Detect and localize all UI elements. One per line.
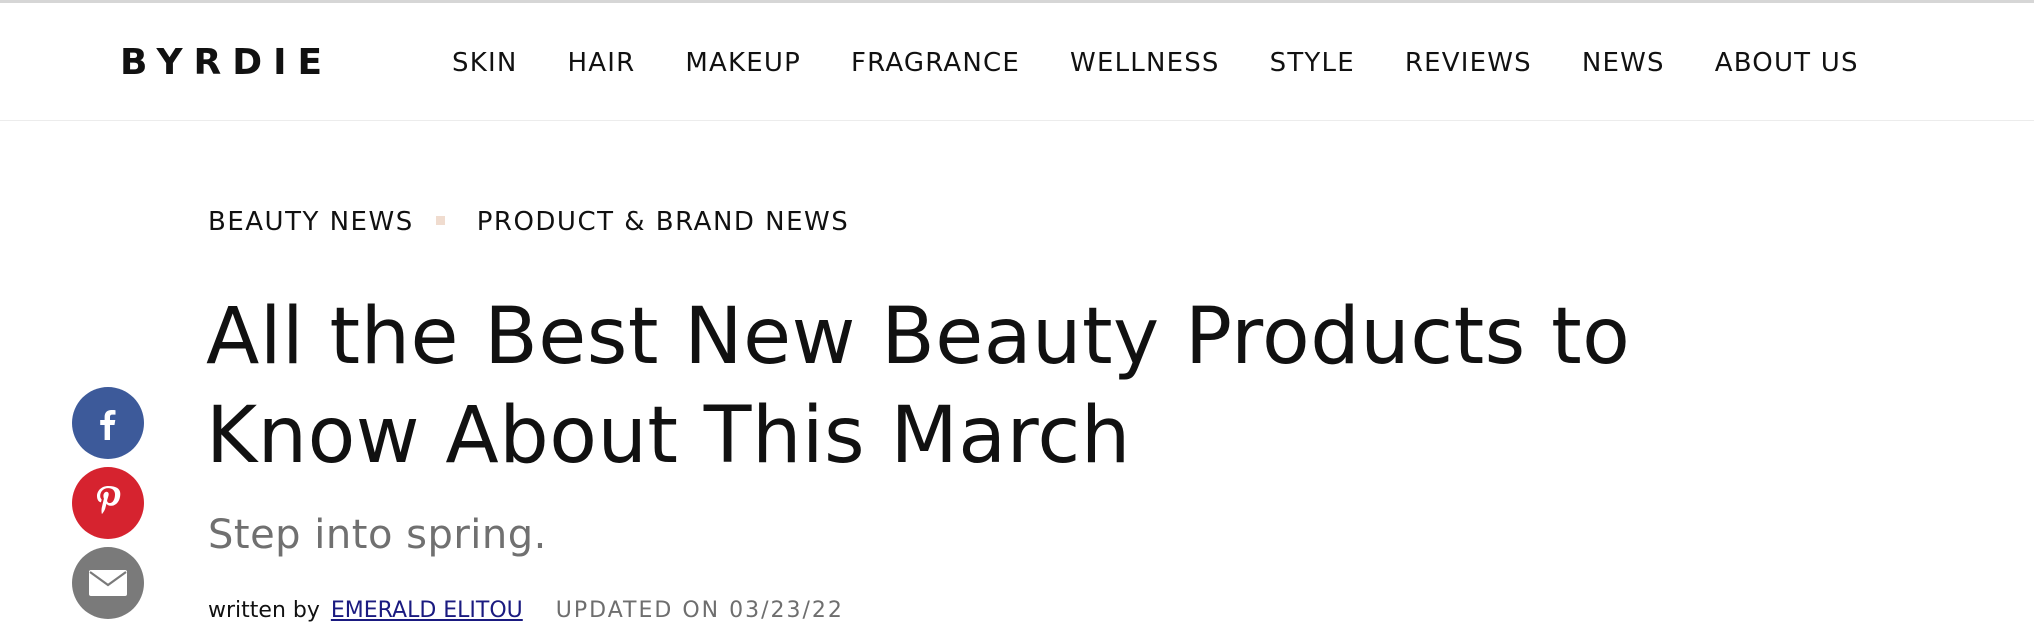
nav-item-skin[interactable]: SKIN [452,45,517,81]
nav-item-fragrance[interactable]: FRAGRANCE [851,45,1020,81]
byline: written by EMERALD ELITOU UPDATED ON 03/… [208,596,844,626]
nav-item-wellness[interactable]: WELLNESS [1070,45,1220,81]
nav-item-hair[interactable]: HAIR [567,45,635,81]
site-header: BYRDIE SKIN HAIR MAKEUP FRAGRANCE WELLNE… [0,3,2034,121]
nav-item-makeup[interactable]: MAKEUP [685,45,801,81]
author-link[interactable]: EMERALD ELITOU [331,598,523,623]
breadcrumb-product-brand-news[interactable]: PRODUCT & BRAND NEWS [477,207,850,237]
facebook-share-button[interactable] [72,387,144,459]
pinterest-share-button[interactable] [72,467,144,539]
breadcrumb-beauty-news[interactable]: BEAUTY NEWS [208,207,414,237]
main-nav: SKIN HAIR MAKEUP FRAGRANCE WELLNESS STYL… [452,45,1859,81]
email-share-button[interactable] [72,547,144,619]
article-title: All the Best New Beauty Products to Know… [206,292,1631,481]
breadcrumb-separator [435,215,445,225]
nav-item-about-us[interactable]: ABOUT US [1715,45,1859,81]
facebook-icon [93,406,123,440]
nav-item-style[interactable]: STYLE [1270,45,1355,81]
article-subtitle: Step into spring. [208,512,547,558]
nav-item-news[interactable]: NEWS [1582,45,1665,81]
updated-date: UPDATED ON 03/23/22 [555,598,844,623]
nav-item-reviews[interactable]: REVIEWS [1405,45,1532,81]
pinterest-icon [93,484,123,522]
breadcrumb: BEAUTY NEWS PRODUCT & BRAND NEWS [208,204,849,240]
email-icon [88,569,128,597]
site-logo[interactable]: BYRDIE [120,43,333,83]
byline-prefix: written by [208,598,320,623]
